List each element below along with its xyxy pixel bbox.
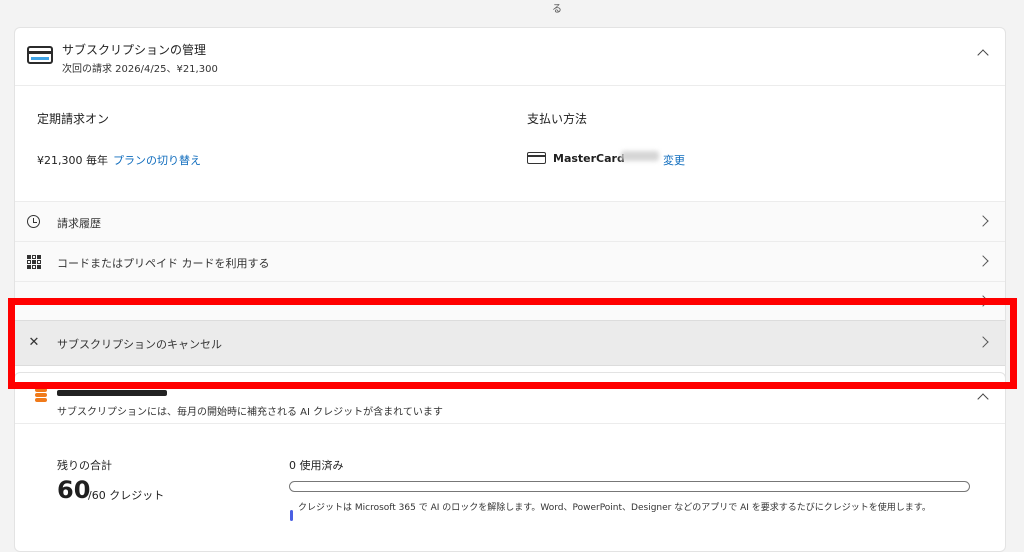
subscription-header[interactable]: サブスクリプションの管理 次回の請求 2026/4/25、¥21,300 xyxy=(15,28,1005,86)
chevron-up-icon[interactable] xyxy=(977,393,989,405)
remaining-value: 60 xyxy=(57,476,91,504)
billing-history-label: 請求履歴 xyxy=(57,217,101,230)
chevron-up-icon[interactable] xyxy=(977,49,989,61)
masked-card-number xyxy=(621,151,659,161)
next-billing-text: 次回の請求 2026/4/25、¥21,300 xyxy=(62,64,218,75)
payment-card-name: MasterCard xyxy=(553,152,625,165)
auto-renew-label: 定期請求オン xyxy=(37,112,110,126)
history-icon xyxy=(27,215,40,228)
remaining-label: 残りの合計 xyxy=(57,459,112,472)
highlight-box xyxy=(8,298,1017,389)
ai-credits-title-partial xyxy=(57,390,167,396)
switch-plan-link[interactable]: プランの切り替え xyxy=(113,152,201,168)
credit-card-icon xyxy=(527,152,546,164)
qr-code-icon xyxy=(27,255,41,269)
payment-method-label: 支払い方法 xyxy=(527,112,588,126)
credits-progress-bar xyxy=(289,481,970,492)
remaining-total: /60 クレジット xyxy=(88,489,165,502)
coins-icon xyxy=(35,388,47,402)
redeem-code-label: コードまたはプリペイド カードを利用する xyxy=(57,257,270,270)
subscription-title: サブスクリプションの管理 xyxy=(62,43,207,57)
chevron-right-icon xyxy=(977,255,989,267)
subscription-card-icon xyxy=(27,46,53,64)
chevron-right-icon xyxy=(977,215,989,227)
top-text-fragment: る xyxy=(552,4,562,15)
price-text: ¥21,300 毎年 xyxy=(37,154,108,167)
divider xyxy=(15,423,1005,424)
ai-credits-card: サブスクリプションには、毎月の開始時に補充される AI クレジットが含まれていま… xyxy=(14,372,1006,552)
billing-history-row[interactable]: 請求履歴 xyxy=(15,201,1005,242)
change-payment-link[interactable]: 変更 xyxy=(663,152,685,168)
credits-note: クレジットは Microsoft 365 で AI のロックを解除します。Wor… xyxy=(298,503,931,513)
info-mark xyxy=(290,510,293,521)
redeem-code-row[interactable]: コードまたはプリペイド カードを利用する xyxy=(15,241,1005,282)
used-label: 0 使用済み xyxy=(289,459,344,472)
ai-credits-subtitle: サブスクリプションには、毎月の開始時に補充される AI クレジットが含まれていま… xyxy=(57,407,443,418)
